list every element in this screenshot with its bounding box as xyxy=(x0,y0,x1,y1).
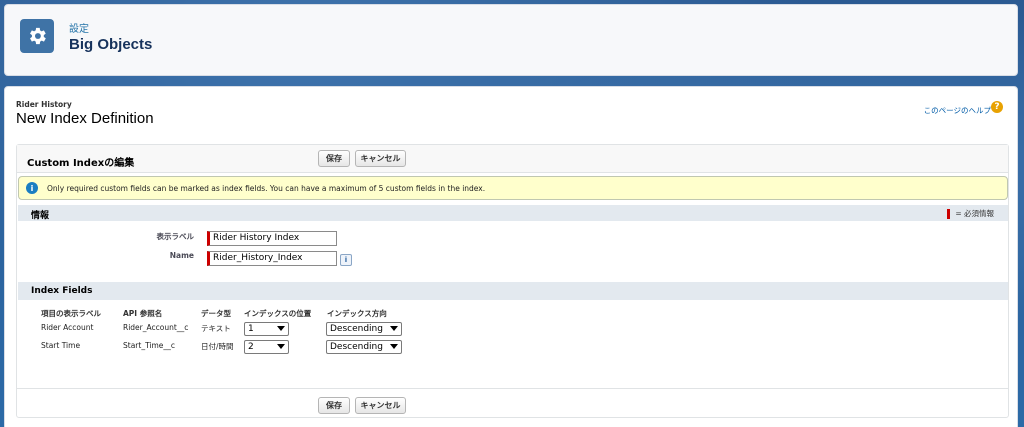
col-head-type: データ型 xyxy=(201,309,231,318)
col-head-direction: インデックス方向 xyxy=(327,309,387,318)
row2-label: Start Time xyxy=(41,341,81,350)
chevron-down-icon xyxy=(277,344,285,349)
header-title: Big Objects xyxy=(69,36,153,53)
name-field-label: Name xyxy=(169,251,194,260)
col-head-label: 項目の表示ラベル xyxy=(41,309,101,318)
col-head-api: API 参照名 xyxy=(123,309,163,318)
row2-type: 日付/時間 xyxy=(201,342,234,351)
section-index-title: Index Fields xyxy=(31,286,93,296)
info-icon: i xyxy=(26,182,38,194)
info-message: i Only required custom fields can be mar… xyxy=(18,176,1008,200)
row1-position-select[interactable]: 1 xyxy=(244,322,289,336)
info-help-icon[interactable]: i xyxy=(340,254,352,266)
save-button-bottom[interactable]: 保存 xyxy=(318,397,350,414)
chevron-down-icon xyxy=(390,326,398,331)
row2-position-select[interactable]: 2 xyxy=(244,340,289,354)
cancel-button-bottom[interactable]: キャンセル xyxy=(355,397,406,414)
row1-direction-value: Descending xyxy=(330,324,383,334)
required-marker xyxy=(947,209,951,219)
block-header: Custom Indexの編集 保存 キャンセル xyxy=(17,145,1008,173)
row1-api: Rider_Account__c xyxy=(123,323,189,332)
main-panel: Rider History New Index Definition このページ… xyxy=(4,86,1018,427)
section-info-title: 情報 xyxy=(31,211,50,221)
chevron-down-icon xyxy=(390,344,398,349)
help-icon[interactable]: ? xyxy=(991,101,1003,113)
help-link[interactable]: このページのヘルプ xyxy=(924,105,991,116)
row1-type: テキスト xyxy=(201,324,231,333)
required-legend: = 必須情報 xyxy=(947,208,994,219)
row2-direction-select[interactable]: Descending xyxy=(326,340,402,354)
info-text: Only required custom fields can be marke… xyxy=(47,184,486,193)
object-name: Rider History xyxy=(16,100,72,109)
gear-icon xyxy=(20,19,54,53)
save-button-top[interactable]: 保存 xyxy=(318,150,350,167)
section-info-header: 情報 = 必須情報 xyxy=(18,205,1008,221)
col-head-position: インデックスの位置 xyxy=(244,309,312,318)
required-legend-text: = 必須情報 xyxy=(955,209,994,218)
chevron-down-icon xyxy=(277,326,285,331)
row2-position-value: 2 xyxy=(248,342,254,352)
section-index-header: Index Fields xyxy=(18,282,1008,300)
name-input[interactable]: Rider_History_Index xyxy=(207,251,337,266)
footer-divider xyxy=(17,388,1008,389)
page-header: 設定 Big Objects xyxy=(4,4,1018,76)
row1-direction-select[interactable]: Descending xyxy=(326,322,402,336)
breadcrumb-setup[interactable]: 設定 xyxy=(69,20,89,35)
cancel-button-top[interactable]: キャンセル xyxy=(355,150,406,167)
row1-position-value: 1 xyxy=(248,324,254,334)
block-title: Custom Indexの編集 xyxy=(27,158,135,169)
row2-direction-value: Descending xyxy=(330,342,383,352)
label-input[interactable]: Rider History Index xyxy=(207,231,337,246)
row1-label: Rider Account xyxy=(41,323,94,332)
page-title: New Index Definition xyxy=(16,110,154,127)
row2-api: Start_Time__c xyxy=(123,341,176,350)
label-field-label: 表示ラベル xyxy=(156,232,195,241)
edit-block: Custom Indexの編集 保存 キャンセル i Only required… xyxy=(16,144,1009,418)
